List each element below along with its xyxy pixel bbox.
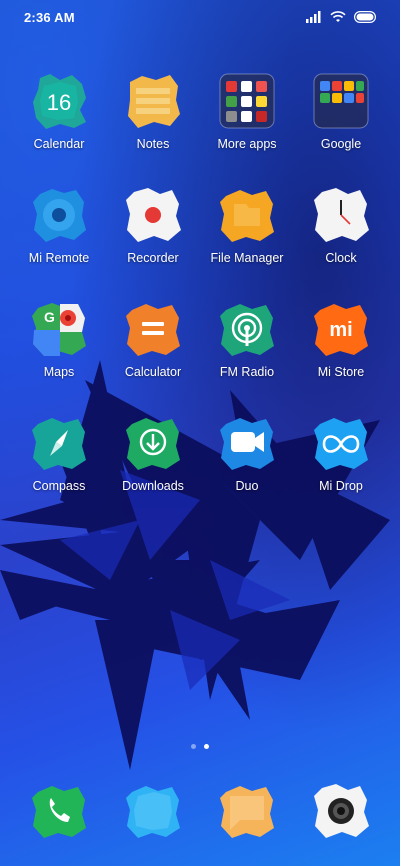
- app-mi-store[interactable]: mi Mi Store: [293, 300, 389, 379]
- dock-phone[interactable]: [11, 782, 107, 840]
- dock-camera[interactable]: [293, 782, 389, 840]
- remote-icon: [33, 189, 86, 242]
- downloads-icon: [126, 418, 180, 470]
- app-label: Duo: [235, 479, 259, 493]
- mi-drop-icon: [314, 418, 368, 470]
- mi-logo: mi: [329, 319, 352, 341]
- maps-icon: G: [32, 303, 86, 356]
- status-time: 2:36 AM: [24, 10, 75, 25]
- folder-icon: [219, 73, 275, 129]
- app-label: Recorder: [127, 251, 179, 265]
- radio-icon: [220, 304, 274, 356]
- svg-text:G: G: [44, 309, 55, 325]
- camera-icon: [314, 784, 369, 838]
- app-label: FM Radio: [219, 365, 275, 379]
- app-calendar[interactable]: 16 Calendar: [11, 72, 107, 151]
- app-label: Mi Drop: [319, 479, 363, 493]
- signal-icon: [306, 11, 321, 23]
- app-label: Maps: [43, 365, 75, 379]
- notes-icon: [128, 75, 180, 128]
- app-label: Calculator: [124, 365, 182, 379]
- clock-icon: [314, 188, 369, 242]
- app-label: Calendar: [33, 137, 85, 151]
- chat-icon: [220, 786, 274, 838]
- calculator-icon: [126, 304, 180, 356]
- home-screen: 2:36 AM 16 Calendar Notes More apps Goog…: [0, 0, 400, 866]
- battery-icon: [354, 11, 376, 23]
- app-label: Mi Remote: [28, 251, 90, 265]
- app-fm-radio[interactable]: FM Radio: [199, 300, 295, 379]
- dock: [0, 782, 400, 852]
- app-label: Clock: [325, 251, 357, 265]
- app-label: Notes: [136, 137, 170, 151]
- page-dot[interactable]: [191, 744, 196, 749]
- status-icons: [306, 11, 378, 23]
- app-compass[interactable]: Compass: [11, 414, 107, 493]
- compass-icon: [32, 418, 86, 470]
- app-label: Compass: [32, 479, 86, 493]
- app-label: Downloads: [122, 479, 184, 493]
- app-notes[interactable]: Notes: [105, 72, 201, 151]
- page-dot-active[interactable]: [204, 744, 209, 749]
- folder-google[interactable]: Google: [293, 72, 389, 151]
- app-label: Mi Store: [317, 365, 365, 379]
- wifi-icon: [330, 11, 346, 22]
- folder-more-apps[interactable]: More apps: [199, 72, 295, 151]
- app-downloads[interactable]: Downloads: [105, 414, 201, 493]
- dock-chat[interactable]: [199, 782, 295, 840]
- calendar-icon: 16: [33, 74, 86, 129]
- file-manager-icon: [220, 190, 274, 242]
- app-recorder[interactable]: Recorder: [105, 186, 201, 265]
- store-icon: mi: [314, 304, 368, 356]
- calendar-day: 16: [47, 90, 71, 115]
- app-mi-remote[interactable]: Mi Remote: [11, 186, 107, 265]
- app-calculator[interactable]: Calculator: [105, 300, 201, 379]
- app-label: Google: [320, 137, 362, 151]
- dock-messages[interactable]: [105, 782, 201, 840]
- phone-icon: [32, 786, 86, 838]
- status-bar: 2:36 AM: [0, 0, 400, 36]
- app-label: More apps: [217, 137, 277, 151]
- app-maps[interactable]: G Maps: [11, 300, 107, 379]
- app-duo[interactable]: Duo: [199, 414, 295, 493]
- recorder-icon: [126, 188, 181, 242]
- duo-icon: [220, 418, 274, 470]
- app-label: File Manager: [210, 251, 284, 265]
- folder-icon: [313, 73, 369, 129]
- app-file-manager[interactable]: File Manager: [199, 186, 295, 265]
- page-indicator: [0, 744, 400, 749]
- app-clock[interactable]: Clock: [293, 186, 389, 265]
- app-mi-drop[interactable]: Mi Drop: [293, 414, 389, 493]
- messages-icon: [126, 786, 180, 838]
